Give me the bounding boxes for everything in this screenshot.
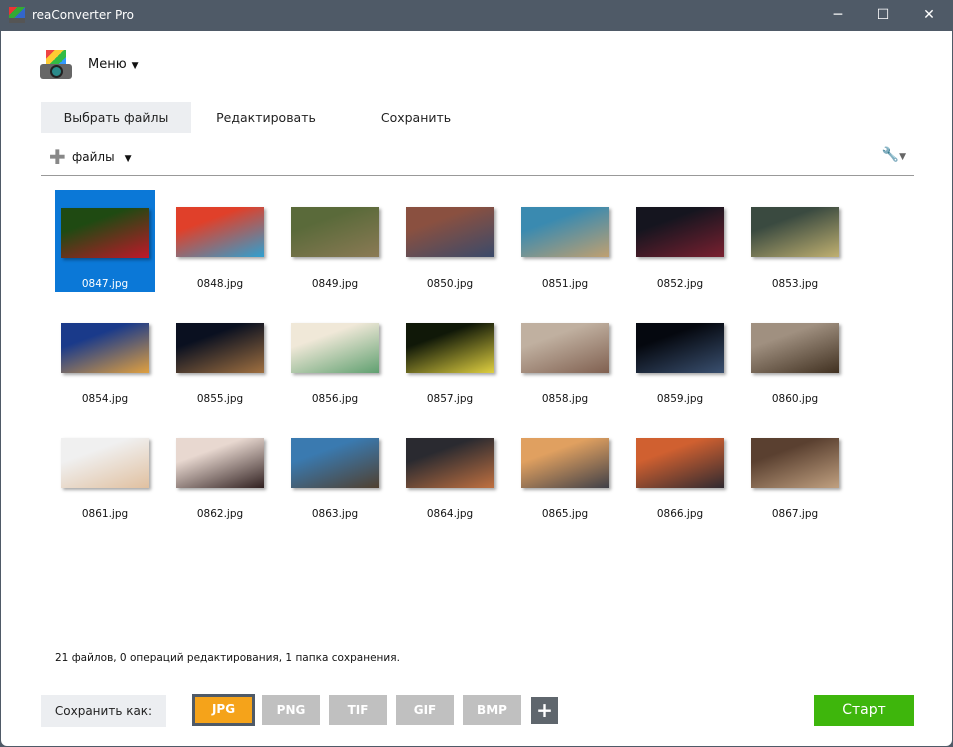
- file-tile[interactable]: 0867.jpg: [745, 420, 845, 522]
- caret-down-icon: ▼: [124, 154, 132, 164]
- file-tile[interactable]: 0864.jpg: [400, 420, 500, 522]
- files-label: файлы: [72, 150, 115, 164]
- add-files-icon[interactable]: ✚: [49, 147, 66, 167]
- file-thumbnail: [291, 438, 379, 488]
- file-tile[interactable]: 0852.jpg: [630, 190, 730, 292]
- status-text: 21 файлов, 0 операций редактирования, 1 …: [55, 652, 400, 664]
- file-thumbnail: [521, 207, 609, 257]
- format-png-button[interactable]: PNG: [262, 695, 320, 725]
- caret-down-icon: ▼: [131, 61, 139, 71]
- format-tif-button[interactable]: TIF: [329, 695, 387, 725]
- file-name: 0861.jpg: [81, 508, 129, 520]
- file-name: 0853.jpg: [771, 278, 819, 290]
- file-tile[interactable]: 0849.jpg: [285, 190, 385, 292]
- file-thumbnail: [291, 207, 379, 257]
- file-tile[interactable]: 0850.jpg: [400, 190, 500, 292]
- file-thumbnail: [61, 208, 149, 258]
- file-thumbnail: [751, 323, 839, 373]
- file-name: 0865.jpg: [541, 508, 589, 520]
- tab-save[interactable]: Сохранить: [341, 102, 491, 133]
- file-thumbnail: [751, 207, 839, 257]
- minimize-button[interactable]: ─: [815, 0, 861, 31]
- file-thumbnail: [176, 323, 264, 373]
- file-name: 0849.jpg: [311, 278, 359, 290]
- app-icon: [9, 7, 25, 23]
- file-thumbnail: [176, 438, 264, 488]
- file-name: 0862.jpg: [196, 508, 244, 520]
- format-jpg-button[interactable]: JPG: [192, 694, 255, 726]
- file-thumbnail: [406, 207, 494, 257]
- file-tile[interactable]: 0858.jpg: [515, 305, 615, 407]
- file-tile[interactable]: 0861.jpg: [55, 420, 155, 522]
- file-thumbnail: [521, 438, 609, 488]
- tab-select-files[interactable]: Выбрать файлы: [41, 102, 191, 133]
- file-tile[interactable]: 0848.jpg: [170, 190, 270, 292]
- save-as-label: Сохранить как:: [41, 695, 166, 727]
- file-tile[interactable]: 0859.jpg: [630, 305, 730, 407]
- close-button[interactable]: ✕: [906, 0, 952, 31]
- file-thumbnail: [636, 207, 724, 257]
- file-name: 0858.jpg: [541, 393, 589, 405]
- add-format-button[interactable]: +: [531, 697, 558, 724]
- file-thumbnail: [61, 438, 149, 488]
- file-tile[interactable]: 0862.jpg: [170, 420, 270, 522]
- file-tile[interactable]: 0854.jpg: [55, 305, 155, 407]
- files-dropdown[interactable]: файлы ▼: [72, 150, 131, 164]
- main-window: Меню ▼ Выбрать файлы Редактировать Сохран…: [1, 31, 952, 746]
- tab-edit[interactable]: Редактировать: [191, 102, 341, 133]
- file-name: 0854.jpg: [81, 393, 129, 405]
- toolbar: ✚ файлы ▼ 🔧▼: [41, 141, 914, 176]
- file-thumbnail: [406, 323, 494, 373]
- format-gif-button[interactable]: GIF: [396, 695, 454, 725]
- file-thumbnail: [291, 323, 379, 373]
- start-button[interactable]: Старт: [814, 695, 914, 726]
- file-thumbnail: [176, 207, 264, 257]
- file-name: 0850.jpg: [426, 278, 474, 290]
- file-name: 0852.jpg: [656, 278, 704, 290]
- file-tile[interactable]: 0853.jpg: [745, 190, 845, 292]
- title-bar: reaConverter Pro ─ ☐ ✕: [0, 0, 953, 31]
- file-name: 0866.jpg: [656, 508, 704, 520]
- file-tile[interactable]: 0860.jpg: [745, 305, 845, 407]
- file-name: 0851.jpg: [541, 278, 589, 290]
- file-tile[interactable]: 0847.jpg: [55, 190, 155, 292]
- tab-bar: Выбрать файлы Редактировать Сохранить: [41, 102, 491, 133]
- file-name: 0860.jpg: [771, 393, 819, 405]
- file-name: 0848.jpg: [196, 278, 244, 290]
- menu-dropdown[interactable]: Меню ▼: [88, 57, 139, 72]
- file-thumbnail: [406, 438, 494, 488]
- file-tile[interactable]: 0863.jpg: [285, 420, 385, 522]
- file-tile[interactable]: 0855.jpg: [170, 305, 270, 407]
- file-name: 0859.jpg: [656, 393, 704, 405]
- file-thumbnail: [636, 438, 724, 488]
- file-name: 0856.jpg: [311, 393, 359, 405]
- file-thumbnail: [61, 323, 149, 373]
- file-name: 0863.jpg: [311, 508, 359, 520]
- app-logo: [40, 50, 74, 80]
- file-name: 0855.jpg: [196, 393, 244, 405]
- menu-label: Меню: [88, 57, 127, 72]
- file-name: 0847.jpg: [81, 278, 129, 290]
- window-title: reaConverter Pro: [32, 8, 135, 22]
- maximize-button[interactable]: ☐: [860, 0, 906, 31]
- file-tile[interactable]: 0857.jpg: [400, 305, 500, 407]
- file-thumbnail: [636, 323, 724, 373]
- format-bmp-button[interactable]: BMP: [463, 695, 521, 725]
- file-name: 0864.jpg: [426, 508, 474, 520]
- file-thumbnail: [521, 323, 609, 373]
- settings-wrench-icon[interactable]: 🔧▼: [882, 147, 906, 163]
- file-tile[interactable]: 0851.jpg: [515, 190, 615, 292]
- file-tile[interactable]: 0856.jpg: [285, 305, 385, 407]
- file-name: 0867.jpg: [771, 508, 819, 520]
- file-name: 0857.jpg: [426, 393, 474, 405]
- file-tile[interactable]: 0865.jpg: [515, 420, 615, 522]
- file-thumbnail: [751, 438, 839, 488]
- file-tile[interactable]: 0866.jpg: [630, 420, 730, 522]
